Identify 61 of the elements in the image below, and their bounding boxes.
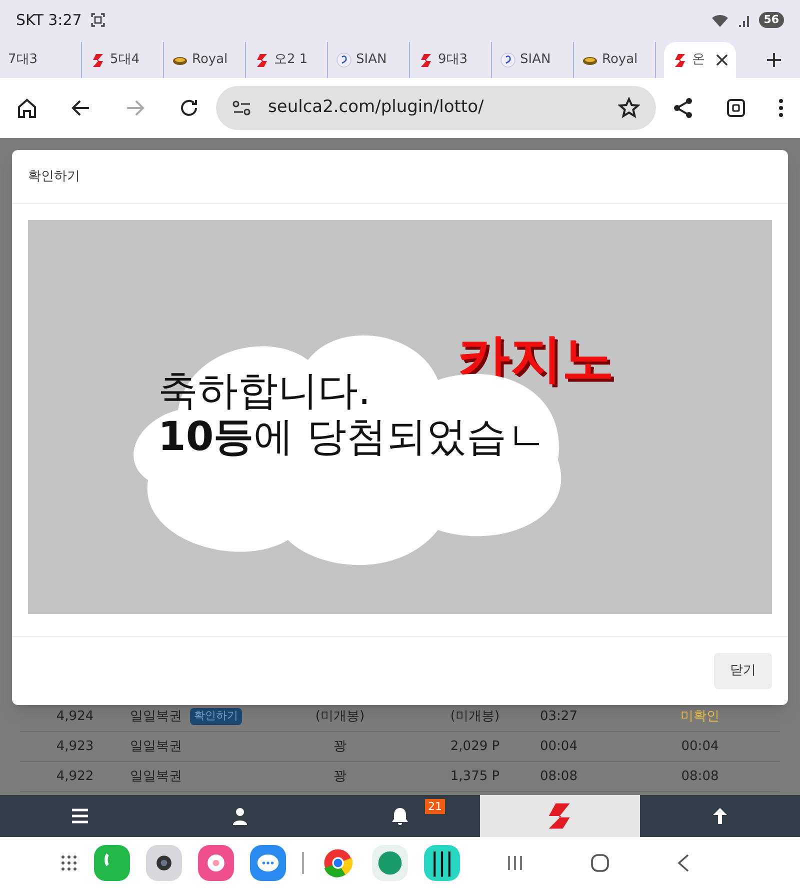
close-button[interactable]: 닫기 xyxy=(714,653,772,689)
battery-indicator: 56 xyxy=(758,12,784,28)
plus-icon[interactable] xyxy=(766,52,782,68)
congrats-message: 10등에 당첨되었습ㄴ xyxy=(158,414,546,460)
site-settings-icon[interactable] xyxy=(232,100,252,116)
circle-logo-icon xyxy=(500,52,516,68)
flower-app-icon[interactable] xyxy=(198,844,234,880)
wifi-icon xyxy=(710,13,729,27)
table-cell-text: 08:08 xyxy=(680,768,720,786)
banner-title: 카지노 xyxy=(458,328,614,391)
share-icon[interactable] xyxy=(672,97,694,119)
app-grid-icon[interactable] xyxy=(60,854,78,872)
status-time: SKT 3:27 xyxy=(16,10,82,31)
signal-icon xyxy=(736,13,751,27)
table-cell-text: (미개봉) xyxy=(449,708,501,726)
congrats-message: 축하합니다. xyxy=(158,368,372,414)
reload-icon[interactable] xyxy=(178,97,200,119)
bolt-logo-icon xyxy=(672,52,688,68)
camera-app-icon[interactable] xyxy=(146,844,182,880)
screenshot-icon xyxy=(90,12,106,28)
table-cell-text: 일일복권 xyxy=(130,738,183,756)
home-icon[interactable] xyxy=(16,97,38,119)
browser-tab[interactable]: 온 xyxy=(664,42,736,78)
bolt-logo-icon xyxy=(418,52,434,68)
nav-button[interactable] xyxy=(480,795,640,837)
table-cell-text: 4,922 xyxy=(55,768,95,786)
recent-apps-icon[interactable] xyxy=(506,854,524,872)
confirm-button[interactable]: 확인하기 xyxy=(190,708,242,725)
table-cell-text: 00:04 xyxy=(540,738,578,756)
tab-switcher-icon[interactable] xyxy=(726,98,746,118)
table-cell-text: 일일복권 xyxy=(130,768,183,786)
star-icon[interactable] xyxy=(618,97,640,119)
bell-icon xyxy=(390,806,410,826)
notification-badge: 21 xyxy=(425,799,445,814)
table-cell-text: (미개봉) xyxy=(314,708,366,726)
table-cell-text: 4,923 xyxy=(55,738,95,756)
user-icon xyxy=(230,806,250,826)
menu-icon xyxy=(70,806,90,826)
table-cell-text: 4,924 xyxy=(55,708,95,726)
chat-app-icon[interactable] xyxy=(250,844,286,880)
bolt-logo-icon xyxy=(90,52,106,68)
more-menu-icon[interactable] xyxy=(778,98,784,118)
table-cell-text: 1,375 P xyxy=(449,768,501,786)
circle-logo-icon xyxy=(336,52,352,68)
back-button-icon[interactable] xyxy=(676,852,690,872)
table-cell-text: 일일복권 xyxy=(130,708,182,726)
table-cell-text: 08:08 xyxy=(540,768,578,786)
striped-app-icon[interactable] xyxy=(424,844,460,880)
table-cell-text: 꽝 xyxy=(332,738,348,756)
bolt-logo-icon xyxy=(254,52,270,68)
address-bar[interactable]: seulca2.com/plugin/lotto/ xyxy=(216,86,656,130)
table-cell-text: 미확인 xyxy=(680,708,720,726)
phone-app-icon[interactable] xyxy=(94,844,130,880)
round-app-icon[interactable] xyxy=(372,844,408,880)
table-cell-text: 00:04 xyxy=(680,738,720,756)
table-cell-text: 2,029 P xyxy=(449,738,501,756)
table-cell-text: 꽝 xyxy=(332,768,348,786)
home-button-icon[interactable] xyxy=(590,852,610,872)
table-cell-text: 03:27 xyxy=(540,708,578,726)
modal-title: 확인하기 xyxy=(28,168,80,186)
close-icon[interactable] xyxy=(716,54,728,66)
